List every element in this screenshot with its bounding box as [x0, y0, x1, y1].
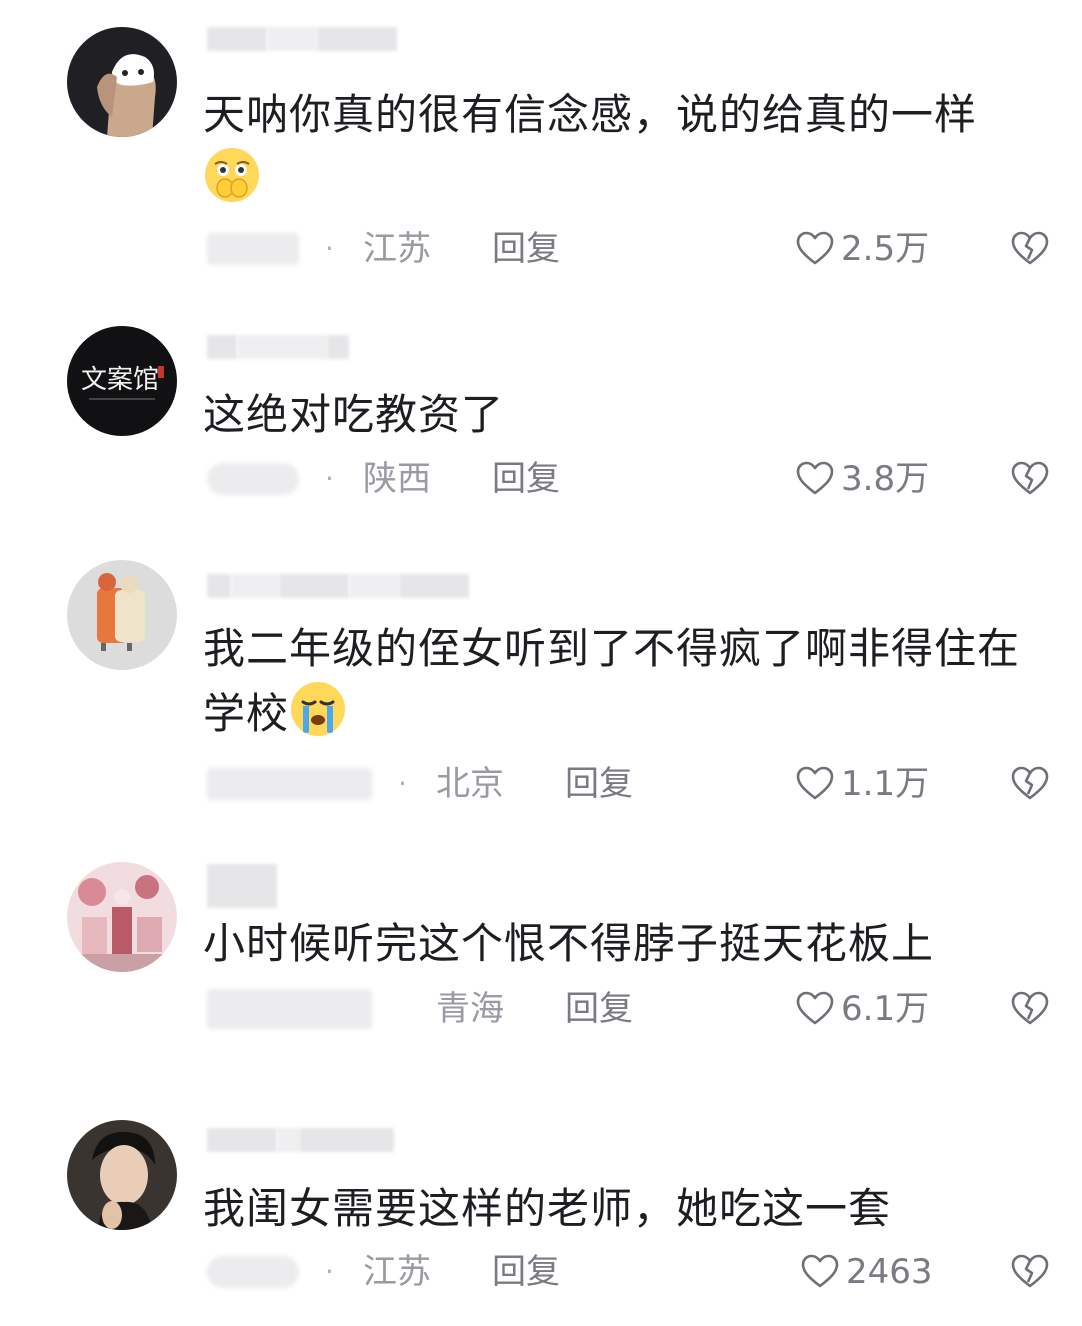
timestamp-blurred — [207, 1256, 299, 1288]
timestamp-blurred — [207, 463, 299, 495]
reply-button[interactable]: 回复 — [492, 1252, 560, 1292]
like-button[interactable]: 3.8万 — [795, 459, 929, 499]
crying-face-emoji — [291, 682, 346, 736]
comment-meta: · 北京 回复 1.1万 — [0, 764, 1082, 804]
like-count: 2.5万 — [841, 229, 930, 269]
heart-icon — [796, 231, 834, 265]
comment-text: 我二年级的侄女听到了不得疯了啊非得住在学校 — [203, 618, 1043, 745]
comment-meta: · 江苏 回复 2.5万 — [0, 229, 1082, 269]
timestamp-blurred — [207, 989, 372, 1029]
heart-icon — [801, 1254, 839, 1288]
comment-meta: · 江苏 回复 2463 — [0, 1252, 1082, 1292]
cat-avatar-image — [67, 27, 177, 137]
reply-button[interactable]: 回复 — [492, 459, 560, 499]
meta-separator: · — [398, 767, 407, 800]
user-avatar[interactable]: 文案馆 — [67, 326, 177, 436]
like-count: 1.1万 — [841, 764, 930, 804]
username-blurred — [207, 335, 349, 359]
username-blurred — [207, 27, 397, 51]
illustration-avatar-image — [67, 862, 177, 972]
blush-hands-emoji — [205, 148, 259, 202]
heart-icon — [796, 766, 834, 800]
meta-separator: · — [325, 232, 334, 265]
like-count: 6.1万 — [841, 989, 930, 1029]
comment-text: 天呐你真的很有信念感，说的给真的一样 — [203, 84, 1043, 211]
location-label: 江苏 — [363, 1252, 431, 1292]
timestamp-blurred — [207, 768, 372, 800]
username-blurred — [207, 864, 277, 908]
user-avatar[interactable] — [67, 1120, 177, 1230]
broken-heart-icon[interactable] — [1010, 459, 1050, 499]
comment-meta: 青海 回复 6.1万 — [0, 989, 1082, 1029]
username-blurred — [207, 1128, 394, 1152]
heart-icon — [796, 461, 834, 495]
location-label: 江苏 — [363, 229, 431, 269]
username-blurred — [207, 574, 469, 598]
user-avatar[interactable] — [67, 862, 177, 972]
comment-text-content: 我闺女需要这样的老师，她吃这一套 — [203, 1184, 892, 1233]
reply-button[interactable]: 回复 — [565, 764, 633, 804]
portrait-avatar-image — [67, 1120, 177, 1230]
text-logo-avatar-image: 文案馆 — [67, 326, 177, 436]
broken-heart-icon[interactable] — [1010, 229, 1050, 269]
comment-text-content: 小时候听完这个恨不得脖子挺天花板上 — [203, 919, 935, 968]
location-label: 陕西 — [363, 459, 431, 499]
figures-avatar-image — [67, 560, 177, 670]
broken-heart-icon[interactable] — [1010, 764, 1050, 804]
like-count: 3.8万 — [841, 459, 930, 499]
comment-text: 小时候听完这个恨不得脖子挺天花板上 — [203, 913, 1043, 975]
broken-heart-icon[interactable] — [1010, 1252, 1050, 1292]
like-count: 2463 — [846, 1252, 933, 1292]
reply-button[interactable]: 回复 — [565, 989, 633, 1029]
meta-separator: · — [325, 1255, 334, 1288]
like-button[interactable]: 6.1万 — [795, 989, 929, 1029]
user-avatar[interactable] — [67, 560, 177, 670]
user-avatar[interactable] — [67, 27, 177, 137]
reply-button[interactable]: 回复 — [492, 229, 560, 269]
timestamp-blurred — [207, 233, 299, 265]
comment-text: 我闺女需要这样的老师，她吃这一套 — [203, 1178, 1043, 1240]
location-label: 青海 — [436, 989, 504, 1029]
like-button[interactable]: 2.5万 — [795, 229, 929, 269]
comment-meta: · 陕西 回复 3.8万 — [0, 459, 1082, 499]
meta-separator: · — [325, 462, 334, 495]
comment-text-content: 天呐你真的很有信念感，说的给真的一样 — [203, 90, 978, 139]
like-button[interactable]: 1.1万 — [795, 764, 929, 804]
heart-icon — [796, 991, 834, 1025]
like-button[interactable]: 2463 — [800, 1252, 933, 1292]
comment-text: 这绝对吃教资了 — [203, 384, 1043, 446]
location-label: 北京 — [436, 764, 504, 804]
avatar-logo-text: 文案馆 — [81, 365, 159, 395]
comment-text-content: 这绝对吃教资了 — [203, 390, 505, 439]
broken-heart-icon[interactable] — [1010, 989, 1050, 1029]
